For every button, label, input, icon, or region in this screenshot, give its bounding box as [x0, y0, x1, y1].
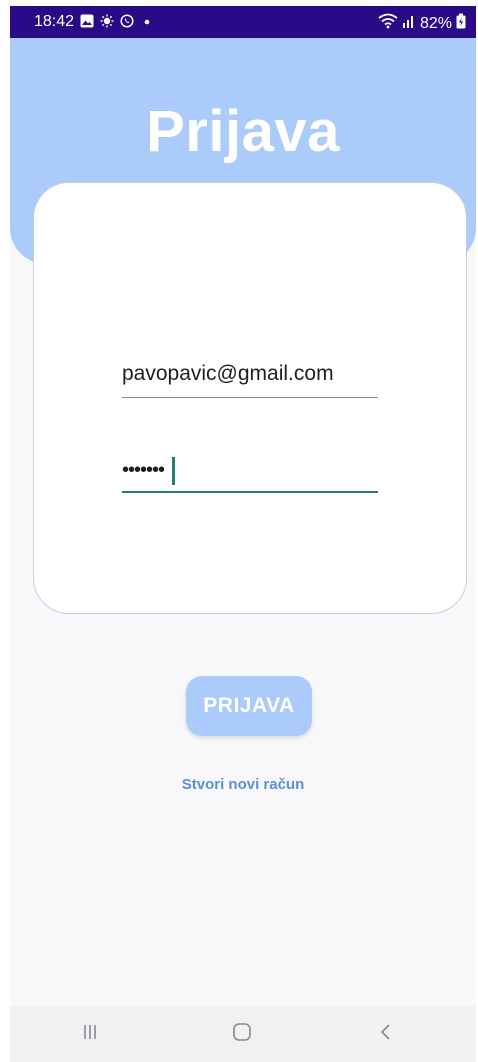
image-icon	[80, 14, 94, 28]
back-icon	[376, 1022, 396, 1047]
text-cursor	[172, 457, 175, 485]
status-time: 18:42	[34, 13, 75, 30]
navigation-bar	[10, 1006, 476, 1062]
phone-screen: 18:42 82% Prijava pavopavic@gmail.com ••…	[10, 6, 476, 1062]
battery-text: 82%	[419, 14, 452, 32]
home-button[interactable]	[222, 1018, 262, 1050]
battery-icon	[456, 13, 466, 34]
recent-apps-icon	[80, 1022, 100, 1047]
login-button[interactable]: PRIJAVA	[186, 676, 312, 736]
recent-apps-button[interactable]	[70, 1018, 110, 1050]
status-indicators: 82%	[378, 13, 466, 34]
status-notifications	[80, 14, 154, 28]
page-title: Prijava	[146, 99, 340, 164]
create-account-link[interactable]: Stvori novi račun	[10, 776, 476, 793]
signal-icon	[402, 13, 416, 34]
dot-icon	[140, 14, 154, 28]
status-bar: 18:42 82%	[10, 6, 476, 38]
back-button[interactable]	[366, 1018, 406, 1050]
password-field[interactable]: •••••••	[122, 447, 378, 493]
email-input[interactable]	[122, 357, 378, 391]
login-card: •••••••	[33, 182, 467, 614]
wifi-icon	[378, 13, 398, 34]
sun-icon	[100, 14, 114, 28]
email-field[interactable]	[122, 353, 378, 398]
whatsapp-icon	[120, 14, 134, 28]
password-input[interactable]: •••••••	[122, 459, 165, 482]
home-icon	[231, 1021, 253, 1048]
